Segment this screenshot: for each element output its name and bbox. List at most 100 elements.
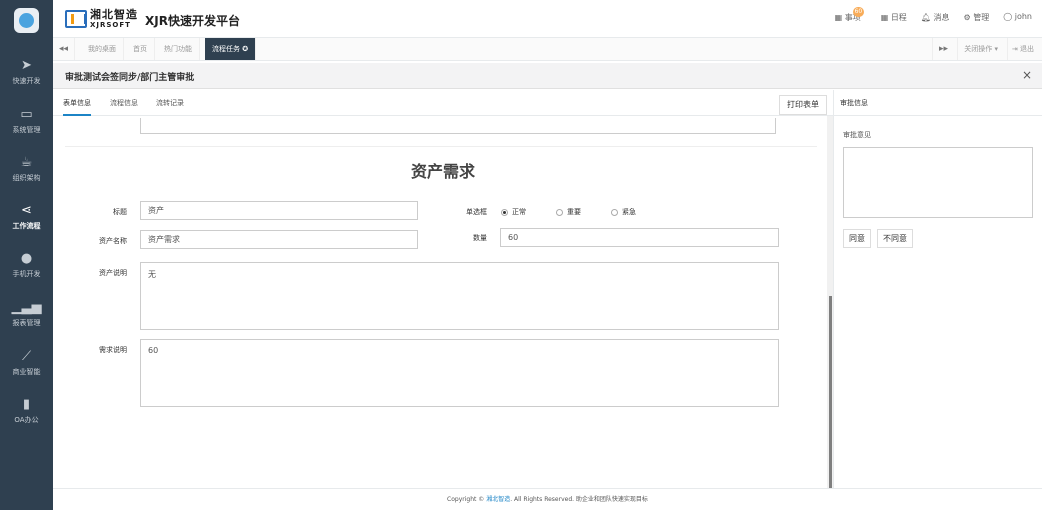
todo-badge: 60 bbox=[852, 7, 865, 17]
asset-name-input[interactable]: 资产需求 bbox=[140, 230, 418, 249]
sidebar-item-label: 组织架构 bbox=[12, 174, 41, 182]
user-menu[interactable]: ◯ john bbox=[1003, 12, 1032, 23]
calendar-icon: ▦ bbox=[880, 13, 889, 22]
paper-plane-icon: ➤ bbox=[21, 58, 32, 73]
tab-my-desktop[interactable]: 我的桌面 bbox=[81, 38, 124, 60]
sidebar-item-reports[interactable]: ▁▃▅ 报表管理 bbox=[0, 297, 53, 337]
sidebar-item-rapid-dev[interactable]: ➤ 快速开发 bbox=[0, 55, 53, 95]
tab-transfer-records[interactable]: 流转记录 bbox=[156, 90, 184, 116]
sidebar-item-label: 商业智能 bbox=[12, 368, 41, 376]
previous-textarea[interactable] bbox=[140, 118, 776, 134]
title-label: 标题 bbox=[113, 208, 127, 216]
message-link[interactable]: 🔔︎ 消息 bbox=[921, 12, 950, 23]
calendar-icon: ▦ bbox=[834, 13, 843, 22]
share-icon: ⋖ bbox=[21, 203, 32, 218]
divider bbox=[65, 146, 817, 147]
monitor-icon: ▭ bbox=[20, 107, 33, 122]
sidebar-item-mobile[interactable]: ● 手机开发 bbox=[0, 248, 53, 288]
manage-link[interactable]: ⚙ 管理 bbox=[964, 12, 990, 23]
tab-hot-features[interactable]: 热门功能 bbox=[157, 38, 200, 60]
line-chart-icon: ⟋ bbox=[21, 349, 32, 364]
sidebar-item-workflow[interactable]: ⋖ 工作流程 bbox=[0, 200, 53, 240]
radio-button[interactable] bbox=[556, 208, 563, 216]
disagree-button[interactable]: 不同意 bbox=[877, 229, 913, 248]
page-tabs-bar: ◂◂ 我的桌面 首页 热门功能 流程任务 ✪ ▸▸ 关闭操作 ▾ ⇥ 退出 bbox=[53, 38, 1042, 61]
close-circle-icon[interactable]: ✪ bbox=[242, 45, 248, 53]
sidebar-item-label: 快速开发 bbox=[12, 77, 41, 85]
schedule-label: 日程 bbox=[890, 13, 907, 22]
tab-workflow-task[interactable]: 流程任务 ✪ bbox=[205, 38, 257, 60]
header-actions: ▦ 事项 60 ▦ 日程 🔔︎ 消息 ⚙ 管理 ◯ john bbox=[834, 7, 1032, 23]
title-input[interactable]: 资产 bbox=[140, 201, 418, 220]
logout-button[interactable]: ⇥ 退出 bbox=[1006, 38, 1038, 60]
schedule-link[interactable]: ▦ 日程 bbox=[881, 12, 907, 23]
footer: Copyright © 湘北智造. All Rights Reserved. 助… bbox=[53, 488, 1042, 510]
radio-label: 单选框 bbox=[466, 208, 487, 216]
android-icon: ● bbox=[20, 251, 33, 266]
form-content: 表单信息 流程信息 流转记录 打印表单 资产需求 标题 资产 单选框 正常 重要… bbox=[53, 90, 833, 488]
sidebar-item-organization[interactable]: ☕ 组织架构 bbox=[0, 152, 53, 192]
asset-desc-textarea[interactable]: 无 bbox=[140, 262, 779, 330]
sidebar-item-label: OA办公 bbox=[14, 416, 39, 424]
approval-panel: 审批信息 审批意见 同意 不同意 bbox=[833, 90, 1042, 488]
footer-copyright: Copyright © bbox=[447, 496, 487, 503]
tab-process-info[interactable]: 流程信息 bbox=[110, 90, 138, 116]
app-logo-icon[interactable] bbox=[14, 8, 39, 33]
close-icon[interactable]: × bbox=[1022, 68, 1032, 82]
sidebar-item-label: 手机开发 bbox=[12, 270, 41, 278]
bookmark-icon: ▮ bbox=[22, 397, 31, 412]
sidebar-item-oa[interactable]: ▮ OA办公 bbox=[0, 394, 53, 434]
sidebar-item-label: 报表管理 bbox=[12, 319, 41, 327]
tabs-next-button[interactable]: ▸▸ bbox=[932, 38, 954, 60]
radio-button[interactable] bbox=[501, 208, 508, 216]
brand-logo-icon bbox=[65, 10, 87, 28]
sidebar-item-system[interactable]: ▭ 系统管理 bbox=[0, 104, 53, 144]
footer-brand-link[interactable]: 湘北智造 bbox=[486, 496, 510, 503]
quantity-input[interactable]: 60 bbox=[500, 228, 779, 247]
todo-link[interactable]: ▦ 事项 60 bbox=[834, 7, 865, 23]
tabs-prev-button[interactable]: ◂◂ bbox=[53, 38, 75, 60]
dialog-title: 审批测试会签同步/部门主管审批 bbox=[65, 73, 195, 83]
message-label: 消息 bbox=[933, 13, 950, 22]
radio-option-label: 重要 bbox=[567, 208, 581, 216]
content-tabs: 表单信息 流程信息 流转记录 打印表单 bbox=[53, 90, 833, 116]
priority-radio-group: 正常 重要 紧急 bbox=[501, 207, 636, 217]
approval-opinion-textarea[interactable] bbox=[843, 147, 1033, 218]
app-title: XJR快速开发平台 bbox=[145, 14, 240, 28]
tab-home[interactable]: 首页 bbox=[126, 38, 155, 60]
radio-important[interactable]: 重要 bbox=[556, 207, 581, 217]
manage-label: 管理 bbox=[973, 13, 990, 22]
sidebar-item-bi[interactable]: ⟋ 商业智能 bbox=[0, 346, 53, 386]
tab-workflow-task-label: 流程任务 bbox=[212, 45, 240, 53]
radio-option-label: 紧急 bbox=[622, 208, 636, 216]
scrollbar-thumb[interactable] bbox=[829, 296, 832, 488]
asset-desc-label: 资产说明 bbox=[99, 269, 127, 277]
quantity-label: 数量 bbox=[473, 234, 487, 242]
radio-button[interactable] bbox=[611, 208, 618, 216]
brand-logo-en: XJRSOFT bbox=[90, 21, 131, 29]
agree-button[interactable]: 同意 bbox=[843, 229, 871, 248]
bell-icon: 🔔︎ bbox=[920, 13, 931, 22]
footer-text: . All Rights Reserved. 助企业和团队快速实现目标 bbox=[510, 496, 648, 503]
approval-opinion-label: 审批意见 bbox=[843, 131, 871, 139]
demand-desc-textarea[interactable]: 60 bbox=[140, 339, 779, 407]
asset-name-label: 资产名称 bbox=[99, 237, 127, 245]
approval-panel-header: 审批信息 bbox=[834, 90, 1042, 116]
sidebar-item-label: 工作流程 bbox=[12, 222, 41, 230]
demand-desc-label: 需求说明 bbox=[99, 346, 127, 354]
radio-urgent[interactable]: 紧急 bbox=[611, 207, 636, 217]
user-icon: ◯ bbox=[1003, 12, 1013, 21]
form-title: 资产需求 bbox=[410, 162, 475, 181]
dialog-title-bar: 审批测试会签同步/部门主管审批 × bbox=[53, 63, 1042, 89]
print-form-button[interactable]: 打印表单 bbox=[779, 95, 827, 115]
brand-logo-cn: 湘北智造 bbox=[90, 8, 138, 21]
top-header: 湘北智造 XJRSOFT XJR快速开发平台 ▦ 事项 60 ▦ 日程 🔔︎ 消… bbox=[53, 0, 1042, 38]
close-operations-dropdown[interactable]: 关闭操作 ▾ bbox=[957, 38, 1004, 60]
sidebar-item-label: 系统管理 bbox=[12, 126, 41, 134]
user-name: john bbox=[1014, 12, 1032, 21]
area-chart-icon: ▁▃▅ bbox=[11, 300, 42, 315]
tab-form-info[interactable]: 表单信息 bbox=[63, 90, 91, 116]
radio-option-label: 正常 bbox=[512, 208, 526, 216]
radio-normal[interactable]: 正常 bbox=[501, 207, 526, 217]
brand-logo: 湘北智造 XJRSOFT bbox=[90, 8, 138, 30]
